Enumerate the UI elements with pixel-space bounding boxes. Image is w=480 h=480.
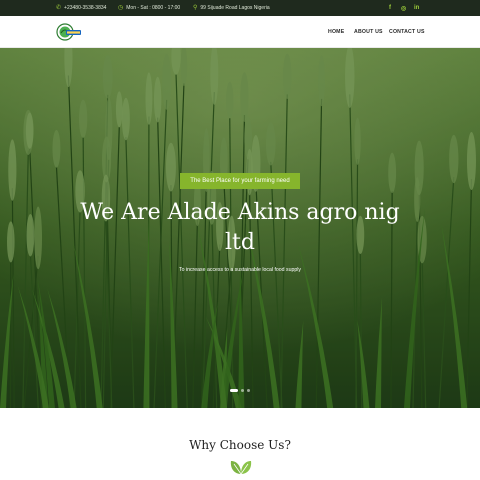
nav-about-us[interactable]: ABOUT US bbox=[354, 29, 383, 35]
leaf-icon bbox=[230, 461, 252, 475]
carousel-dot[interactable] bbox=[241, 389, 244, 392]
linkedin-icon[interactable]: in bbox=[414, 0, 419, 16]
nav-home[interactable]: HOME bbox=[328, 29, 344, 35]
instagram-icon[interactable]: ◎ bbox=[401, 0, 406, 16]
carousel-dot-active[interactable] bbox=[230, 389, 238, 392]
clock-icon: ◷ bbox=[118, 5, 124, 11]
address-info: ⚲ 99 Sijuade Road Lagos Nigeria bbox=[193, 0, 270, 16]
carousel-dot[interactable] bbox=[247, 389, 250, 392]
hero-title-line-1: We Are Alade Akins agro nig bbox=[80, 200, 400, 225]
hours-info: ◷ Mon - Sat : 0800 - 17:00 bbox=[118, 0, 180, 16]
facebook-icon[interactable]: f bbox=[389, 0, 391, 16]
hero-tagline-badge: The Best Place for your farming need bbox=[180, 173, 300, 189]
address-text: 99 Sijuade Road Lagos Nigeria bbox=[200, 5, 270, 11]
nav-contact-us[interactable]: CONTACT US bbox=[389, 29, 425, 35]
phone-icon: ✆ bbox=[56, 5, 62, 11]
phone-text: +23480-3538-3834 bbox=[64, 5, 107, 11]
carousel-indicators bbox=[230, 389, 250, 393]
hours-text: Mon - Sat : 0800 - 17:00 bbox=[126, 5, 181, 11]
hero-subtitle: To increase access to a sustainable loca… bbox=[179, 267, 301, 273]
company-logo[interactable] bbox=[56, 23, 82, 41]
hero-title-line-2: ltd bbox=[225, 230, 255, 255]
location-pin-icon: ⚲ bbox=[193, 5, 198, 11]
top-info-bar: ✆ +23480-3538-3834 ◷ Mon - Sat : 0800 - … bbox=[0, 0, 480, 16]
phone-info[interactable]: ✆ +23480-3538-3834 bbox=[56, 0, 106, 16]
why-choose-us-heading: Why Choose Us? bbox=[189, 438, 291, 452]
